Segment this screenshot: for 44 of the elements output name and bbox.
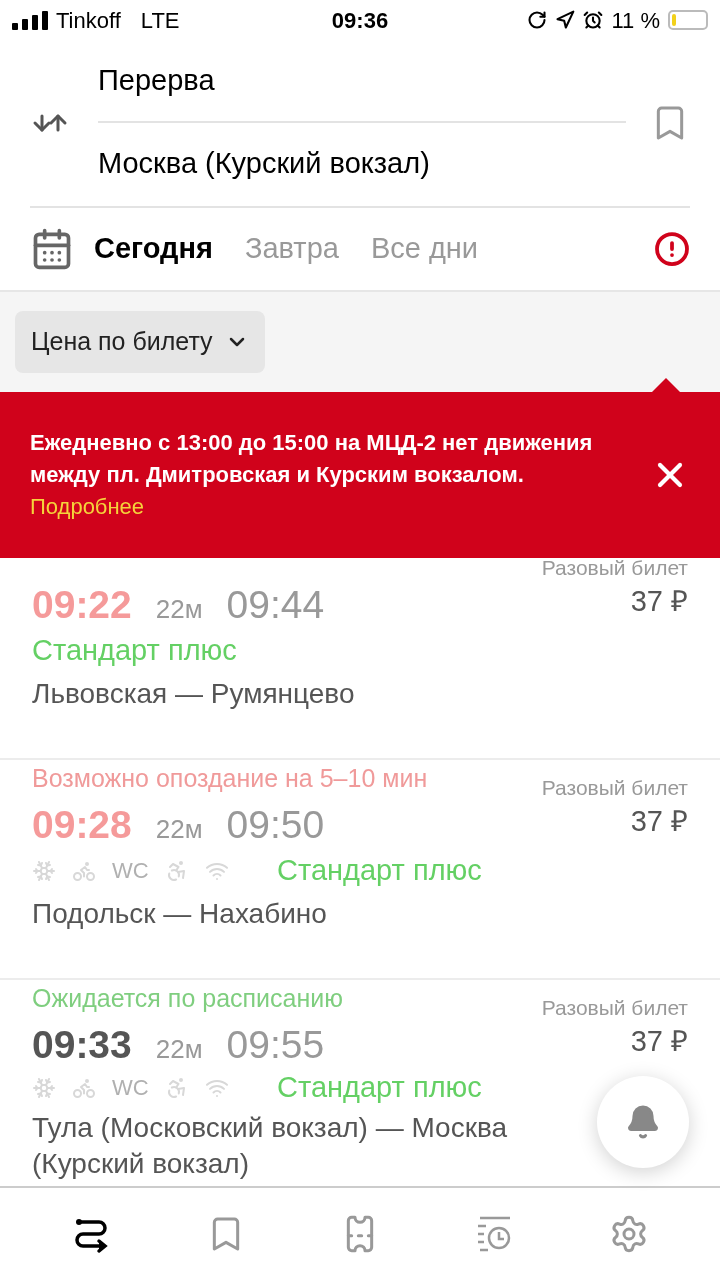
from-station-field[interactable]: Перерва	[98, 41, 626, 123]
arrival-time: 09:55	[226, 1022, 325, 1068]
battery-percent: 11 %	[611, 6, 660, 35]
duration: 22м	[155, 593, 203, 626]
train-status: Возможно опоздание на 5–10 мин	[32, 763, 428, 794]
price-filter-dropdown[interactable]: Цена по билету	[15, 311, 265, 373]
carrier-name: Tinkoff	[56, 6, 121, 35]
to-station-field[interactable]: Москва (Курский вокзал)	[98, 123, 626, 205]
alarm-icon	[583, 10, 604, 30]
train-route: Подольск — Нахабино	[32, 897, 328, 931]
departure-time: 09:22	[32, 582, 132, 628]
clock: 09:36	[330, 6, 390, 35]
ticket-price: 37 ₽	[630, 1023, 688, 1058]
duration: 22м	[155, 1033, 203, 1066]
signal-icon	[12, 10, 48, 30]
network-type: LTE	[140, 6, 180, 35]
wc-label: WC	[112, 1075, 149, 1100]
ticket-type: Разовый билет	[541, 555, 688, 581]
wc-label: WC	[112, 859, 149, 883]
ticket-price: 37 ₽	[630, 583, 688, 618]
train-route: Тула (Московский вокзал) — Москва (Курский вокзал)	[32, 1110, 509, 1181]
arrival-time: 09:44	[226, 582, 325, 628]
train-class: Стандарт плюс	[277, 1070, 482, 1105]
bell-icon	[625, 1104, 661, 1140]
duration: 22м	[155, 813, 203, 846]
departure-time: 09:28	[32, 802, 132, 848]
bicycle-icon	[72, 859, 96, 883]
alert-icon	[654, 231, 690, 267]
battery-icon	[668, 10, 708, 30]
train-class: Стандарт плюс	[32, 633, 237, 669]
train-route: Львовская — Румянцево	[32, 677, 356, 711]
departure-time: 09:33	[32, 1022, 132, 1068]
train-status: Ожидается по расписанию	[32, 983, 343, 1014]
arrival-time: 09:50	[226, 802, 325, 848]
train-class: Стандарт плюс	[277, 853, 482, 889]
alert-message: Ежедневно с 13:00 до 15:00 на МЦД-2 нет движения между пл. Дмитровская и Курским вокзалом.	[30, 429, 594, 489]
ticket-price: 37 ₽	[630, 803, 688, 838]
day-tab[interactable]: Сегодня	[94, 227, 213, 271]
more-link[interactable]: Подробнее	[30, 491, 618, 523]
ticket-type: Разовый билет	[541, 775, 688, 801]
snowflake-icon	[32, 1075, 56, 1100]
location-icon	[555, 10, 576, 30]
ticket-type: Разовый билет	[541, 995, 688, 1021]
snowflake-icon	[32, 859, 56, 883]
